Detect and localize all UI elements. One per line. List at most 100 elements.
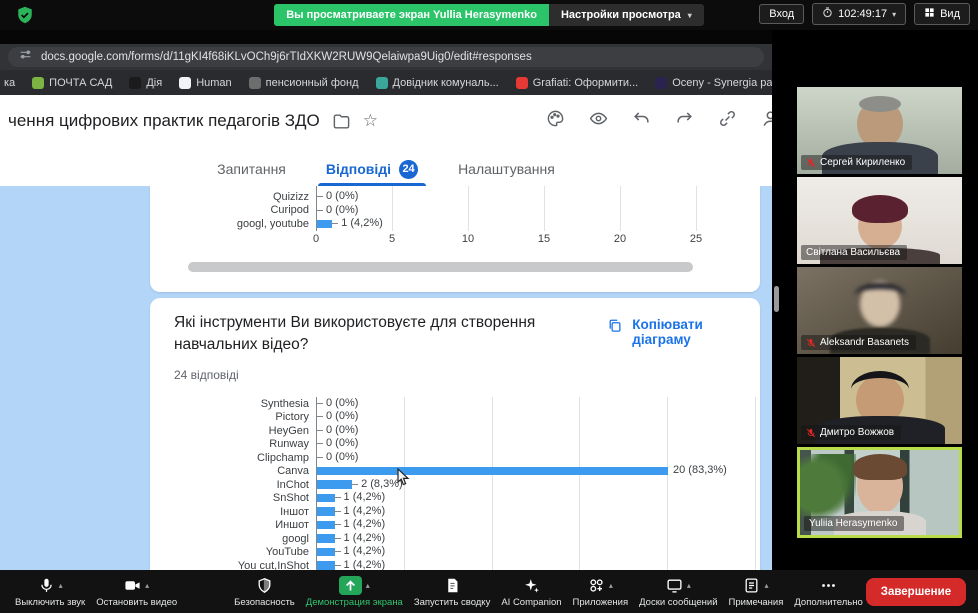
chart-bar [317,561,335,570]
bookmark[interactable]: Дія [129,76,162,89]
chart-value-label: 1 (4,2%) [343,518,386,531]
participant-name: Сергей Кириленко [820,157,906,168]
redo-icon[interactable] [675,109,694,128]
bookmark[interactable]: Oceny - Synergia pa... [655,76,772,89]
toolbar-security-button[interactable]: ▴ Безопасность [231,574,298,610]
participant-tile[interactable]: Світлана Васильєва [797,177,962,264]
bookmark[interactable]: ПОЧТА САД [32,76,113,89]
chart-value-label: 1 (4,2%) [341,217,383,229]
bookmark[interactable]: пенсионный фонд [248,76,359,89]
chart-value-label: 0 (0%) [326,203,359,216]
undo-icon[interactable] [632,109,651,128]
chart-callout-line [333,497,341,499]
bookmark-favicon [375,76,388,89]
view-button[interactable]: Вид [914,3,970,25]
toolbar-apps-button[interactable]: ▴ Приложения [570,574,632,610]
toolbar-summary-button[interactable]: ▴ Запустить сводку [411,574,493,610]
tab-settings[interactable]: Налаштування [456,150,557,186]
chart-value-label: 0 (0%) [326,396,359,409]
zoom-meeting-window: Вы просматриваете экран Yullia Herasymen… [0,0,978,613]
tab-questions[interactable]: Запитання [215,150,288,186]
chart-callout-line [333,510,341,512]
clock-icon [822,7,833,21]
chevron-up-icon[interactable]: ▴ [764,581,768,590]
toolbar-whiteboards-button[interactable]: ▴ Доски сообщений [636,574,720,610]
star-icon[interactable]: ☆ [363,111,378,131]
whiteboard-icon [666,577,683,594]
zoom-top-bar: Вы просматриваете экран Yullia Herasymen… [0,0,978,30]
chart-bar-row: Curipod 0 (0%) [150,204,760,218]
form-document-title[interactable]: чення цифрових практик педагогів ЗДО ☆ [8,111,378,131]
bookmark-label: пенсионный фонд [265,76,359,89]
view-settings-button[interactable]: Настройки просмотра ▾ [548,4,704,26]
participant-name: Yuliia Herasymenko [809,518,898,529]
chart-callout-line [351,483,359,485]
participant-tile[interactable]: Yuliia Herasymenko [797,447,962,538]
chevron-up-icon[interactable]: ▴ [366,581,370,590]
mouse-cursor [397,467,410,491]
mic-icon [38,577,55,594]
bookmark-favicon [129,76,142,89]
chart-bar-row: SnShot 1 (4,2%) [150,491,760,505]
toolbar-video-button[interactable]: ▴ Остановить видео [93,574,180,610]
chart-category-label: Иншот [275,519,309,532]
move-to-folder-icon[interactable] [332,112,351,131]
chart-value-label: 0 (0%) [326,437,359,450]
view-settings-label: Настройки просмотра [560,9,681,21]
participant-nameplate: Світлана Васильєва [801,245,908,260]
toolbar-item-label: Дополнительно [794,596,863,608]
x-axis-tick-label: 0 [312,232,320,245]
chart-bar [317,480,353,489]
bookmark[interactable]: Grafiati: Оформити... [515,76,638,89]
chart-category-label: googl [282,532,309,545]
bookmark-favicon [248,76,261,89]
bookmark[interactable]: Human [179,76,232,89]
chart-callout-line [316,402,323,404]
tab-responses[interactable]: Відповіді 24 [317,150,427,186]
meeting-timer[interactable]: 102:49:17 ▾ [812,3,907,25]
chart-bar-row: googl 1 (4,2%) [150,532,760,546]
toolbar-item-label: Остановить видео [96,596,178,608]
chart-bar [317,219,333,228]
chart-x-axis: 0 5 10 15 20 25 [150,231,760,247]
chevron-up-icon[interactable]: ▴ [59,581,63,590]
chevron-up-icon[interactable]: ▴ [145,581,149,590]
login-button[interactable]: Вход [759,4,805,24]
bookmark[interactable]: ка [4,77,15,89]
toolbar-more-button[interactable]: ▴ Дополнительно [791,574,865,610]
preview-eye-icon[interactable] [589,109,608,128]
copy-chart-button[interactable]: Копіювати діаграму [607,312,746,357]
chevron-up-icon[interactable]: ▴ [687,581,691,590]
chart-value-label: 1 (4,2%) [343,545,386,558]
toolbar-notes-button[interactable]: ▴ Примечания [726,574,787,610]
browser-address-bar[interactable]: docs.google.com/forms/d/11gKI4f68iKLvOCh… [0,44,772,70]
chart-callout-line [316,416,323,418]
collaborator-icon[interactable] [761,109,772,128]
chart-bar-row: Canva 20 (83,3%) [150,464,760,478]
chart-callout-line [333,524,341,526]
chart-category-label: YouTube [265,546,309,559]
participant-tile[interactable]: Сергей Кириленко [797,87,962,174]
chevron-up-icon[interactable]: ▴ [609,581,613,590]
chart-category-label: InChot [276,478,309,491]
x-axis-tick-label: 15 [537,232,551,245]
x-axis-tick-label: 10 [461,232,475,245]
participant-tile[interactable]: Дмитро Вожжов [797,357,962,444]
chart-value-label: 0 (0%) [326,423,359,436]
end-meeting-button[interactable]: Завершение [865,577,967,606]
bookmark-label: ПОЧТА САД [49,76,113,89]
vertical-scrollbar-thumb[interactable] [774,286,779,312]
site-info-icon[interactable] [19,48,32,66]
toolbar-ai-companion-button[interactable]: ▴ AI Companion [498,574,564,610]
toolbar-share-screen-button[interactable]: ▴ Демонстрация экрана [303,574,406,610]
toolbar-mute-button[interactable]: ▴ Выключить звук [12,574,88,610]
participant-tile[interactable]: Aleksandr Basanets [797,267,962,354]
chart-category-label: Runway [269,438,309,451]
bookmarks-bar: ка ПОЧТА САД Дія Human пенсионный фонд Д… [0,70,772,95]
chart-card: Які інструменти Ви використовуєте для ст… [150,298,760,570]
theme-palette-icon[interactable] [546,109,565,128]
horizontal-scrollbar[interactable] [188,262,693,272]
link-icon[interactable] [718,109,737,128]
bookmark[interactable]: Довідник комуналь... [375,76,499,89]
chart-bar [317,520,335,530]
